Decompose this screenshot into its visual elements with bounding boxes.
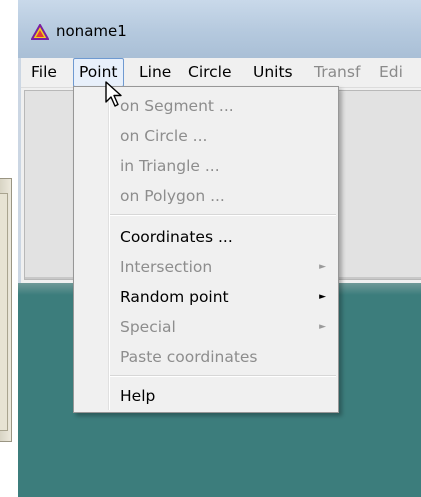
menu-item-label: Help xyxy=(120,387,156,405)
submenu-arrow-icon: ► xyxy=(319,262,326,272)
menu-item-label: on Segment ... xyxy=(120,97,234,115)
menu-transf[interactable]: Transf xyxy=(309,58,365,87)
menu-units[interactable]: Units xyxy=(248,58,298,87)
menu-item-paste-coordinates[interactable]: Paste coordinates xyxy=(74,342,338,372)
menu-separator xyxy=(110,375,336,377)
menu-item-label: Coordinates ... xyxy=(120,228,233,246)
background-window-panel xyxy=(0,193,8,431)
title-bar[interactable]: noname1 xyxy=(18,0,421,58)
menu-bar: File Point Line Circle Units Transf Edi xyxy=(21,58,421,88)
background-window-edge xyxy=(0,178,12,442)
menu-item-on-circle[interactable]: on Circle ... xyxy=(74,121,338,151)
menu-edit[interactable]: Edi xyxy=(374,58,408,87)
menu-item-label: Special xyxy=(120,318,176,336)
menu-file[interactable]: File xyxy=(26,58,62,87)
triangle-app-icon xyxy=(31,24,49,40)
menu-item-label: in Triangle ... xyxy=(120,157,220,175)
mouse-pointer-icon xyxy=(105,81,122,107)
menu-item-on-polygon[interactable]: on Polygon ... xyxy=(74,181,338,211)
menu-item-help[interactable]: Help xyxy=(74,381,338,411)
menu-circle[interactable]: Circle xyxy=(183,58,237,87)
menu-item-in-triangle[interactable]: in Triangle ... xyxy=(74,151,338,181)
menu-item-label: Intersection xyxy=(120,258,213,276)
menu-separator xyxy=(110,214,336,216)
menu-item-coordinates[interactable]: Coordinates ... xyxy=(74,222,338,252)
window-title: noname1 xyxy=(56,22,127,40)
point-menu-dropdown: on Segment ... on Circle ... in Triangle… xyxy=(73,86,339,413)
menu-item-random-point[interactable]: Random point ► xyxy=(74,282,338,312)
menu-item-special[interactable]: Special ► xyxy=(74,312,338,342)
menu-item-intersection[interactable]: Intersection ► xyxy=(74,252,338,282)
menu-line[interactable]: Line xyxy=(134,58,176,87)
menu-item-label: on Polygon ... xyxy=(120,187,225,205)
submenu-arrow-icon: ► xyxy=(319,292,326,302)
submenu-arrow-icon: ► xyxy=(319,322,326,332)
menu-item-label: Paste coordinates xyxy=(120,348,258,366)
menu-item-label: Random point xyxy=(120,288,229,306)
menu-item-label: on Circle ... xyxy=(120,127,208,145)
